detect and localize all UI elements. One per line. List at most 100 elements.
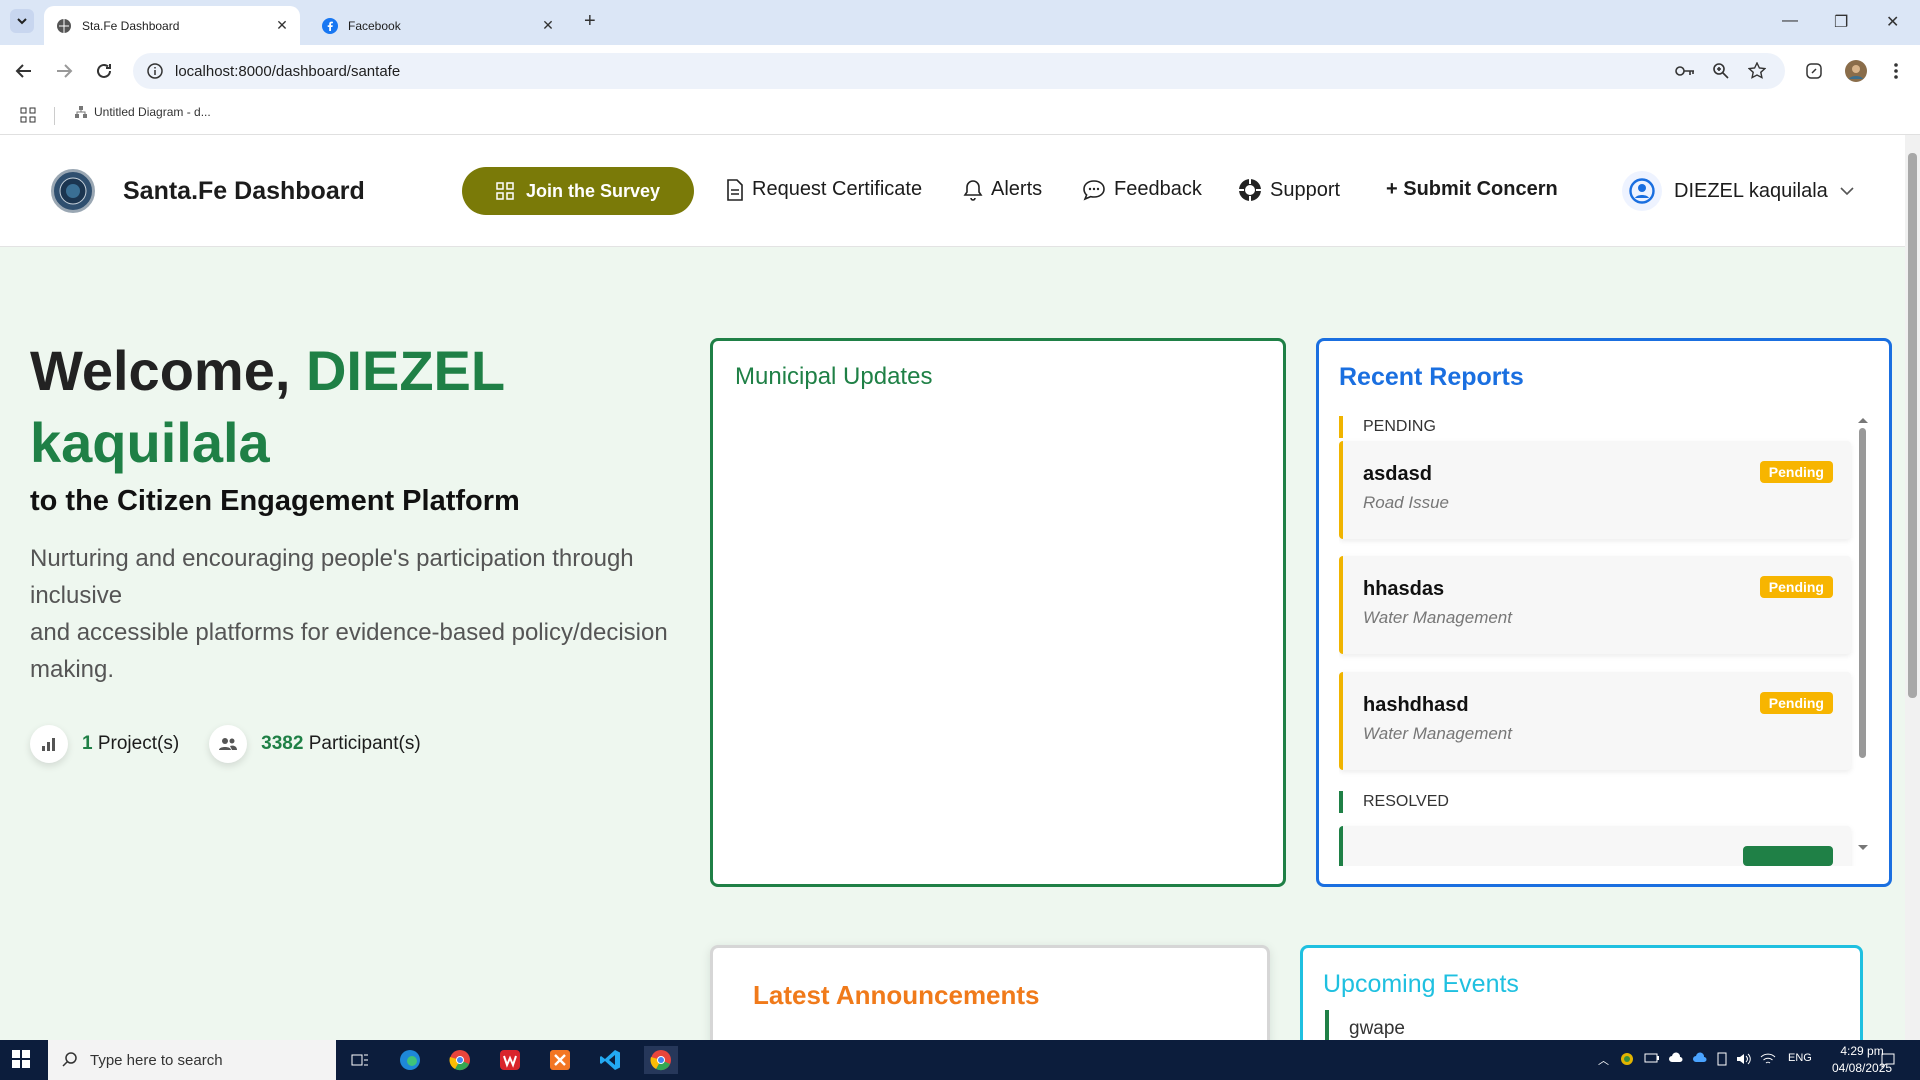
welcome-heading: Welcome, DIEZEL kaquilala bbox=[30, 335, 505, 479]
welcome-last-name: kaquilala bbox=[30, 411, 270, 474]
chevron-down-icon bbox=[1840, 187, 1854, 196]
notification-icon[interactable] bbox=[1880, 1052, 1896, 1071]
tray-volume-icon[interactable] bbox=[1736, 1052, 1752, 1069]
site-brand[interactable]: Santa.Fe Dashboard bbox=[123, 177, 365, 206]
projects-stat: 1 Project(s) bbox=[30, 725, 179, 763]
forward-icon[interactable] bbox=[52, 59, 76, 83]
key-icon[interactable] bbox=[1675, 61, 1695, 81]
alerts-link[interactable]: Alerts bbox=[963, 178, 1042, 201]
bookmark-label: Untitled Diagram - d... bbox=[94, 105, 211, 119]
event-item[interactable]: gwape bbox=[1325, 1010, 1405, 1040]
globe-icon bbox=[56, 18, 72, 34]
page-scrollbar[interactable] bbox=[1905, 135, 1920, 1040]
welcome-prefix: Welcome, bbox=[30, 339, 291, 402]
zoom-icon[interactable] bbox=[1711, 61, 1731, 81]
close-tab-icon[interactable]: ✕ bbox=[270, 17, 294, 34]
browser-tab-strip: Sta.Fe Dashboard ✕ Facebook ✕ + — ❐ ✕ bbox=[0, 0, 1920, 45]
bookmark-star-icon[interactable] bbox=[1747, 61, 1767, 81]
upcoming-events-title: Upcoming Events bbox=[1323, 970, 1519, 998]
user-menu[interactable]: DIEZEL kaquilala bbox=[1622, 171, 1854, 211]
taskbar-search[interactable]: Type here to search bbox=[48, 1040, 336, 1080]
municipal-updates-title: Municipal Updates bbox=[735, 363, 933, 390]
tab-search-button[interactable] bbox=[10, 9, 34, 33]
participants-count: 3382 bbox=[261, 733, 304, 754]
tray-battery-icon[interactable] bbox=[1644, 1052, 1660, 1067]
bookmark-item[interactable]: Untitled Diagram - d... bbox=[74, 105, 211, 119]
report-category: Water Management bbox=[1363, 608, 1512, 627]
feedback-link[interactable]: Feedback bbox=[1082, 178, 1202, 201]
xampp-icon[interactable] bbox=[546, 1046, 574, 1074]
extensions-icon[interactable] bbox=[1802, 59, 1826, 83]
tray-cloud-icon[interactable] bbox=[1692, 1052, 1708, 1067]
search-icon bbox=[62, 1052, 77, 1067]
restore-icon[interactable]: ❐ bbox=[1834, 12, 1848, 32]
join-survey-button[interactable]: Join the Survey bbox=[462, 167, 694, 215]
site-logo[interactable] bbox=[51, 169, 95, 213]
report-title: hashdhasd bbox=[1363, 694, 1469, 716]
page-scrollbar-thumb[interactable] bbox=[1908, 153, 1917, 698]
request-certificate-link[interactable]: Request Certificate bbox=[726, 178, 922, 201]
report-category: Road Issue bbox=[1363, 493, 1449, 512]
site-header: Santa.Fe Dashboard Join the Survey Reque… bbox=[0, 135, 1905, 247]
user-circle-icon bbox=[1622, 171, 1662, 211]
upcoming-events-card: Upcoming Events gwape bbox=[1300, 945, 1863, 1040]
scroll-down-icon bbox=[1858, 845, 1868, 850]
profile-avatar[interactable] bbox=[1844, 59, 1868, 83]
tray-device-icon[interactable] bbox=[1716, 1052, 1728, 1069]
chrome-icon[interactable] bbox=[446, 1046, 474, 1074]
report-item[interactable] bbox=[1339, 826, 1851, 866]
diagram-icon bbox=[75, 106, 87, 118]
new-tab-icon[interactable]: + bbox=[584, 10, 596, 33]
scroll-up-icon bbox=[1858, 418, 1868, 423]
facebook-icon bbox=[322, 17, 338, 34]
site-info-icon[interactable] bbox=[145, 61, 165, 81]
menu-dots-icon[interactable] bbox=[1884, 59, 1908, 83]
task-view-icon[interactable] bbox=[346, 1046, 374, 1074]
grid-icon bbox=[496, 182, 514, 200]
bookmarks-bar: Untitled Diagram - d... bbox=[0, 97, 1920, 135]
lifebuoy-icon bbox=[1239, 179, 1261, 201]
report-item[interactable]: asdasd Road Issue Pending bbox=[1339, 441, 1851, 539]
close-tab-icon[interactable]: ✕ bbox=[536, 17, 560, 34]
scrollbar-thumb[interactable] bbox=[1859, 428, 1866, 758]
wps-office-icon[interactable] bbox=[496, 1046, 524, 1074]
edge-icon[interactable] bbox=[396, 1046, 424, 1074]
windows-start-icon[interactable] bbox=[12, 1050, 30, 1073]
vscode-icon[interactable] bbox=[596, 1046, 624, 1074]
url-bar[interactable]: localhost:8000/dashboard/santafe bbox=[133, 53, 1785, 89]
report-title: hhasdas bbox=[1363, 578, 1445, 600]
reload-icon[interactable] bbox=[92, 59, 116, 83]
back-icon[interactable] bbox=[12, 59, 36, 83]
description-line-1: Nurturing and encouraging people's parti… bbox=[30, 545, 634, 609]
reports-list[interactable]: PENDING asdasd Road Issue Pending hhasda… bbox=[1339, 416, 1869, 866]
divider bbox=[54, 107, 55, 125]
chrome-active-icon[interactable] bbox=[644, 1046, 678, 1074]
bell-icon bbox=[963, 179, 983, 201]
municipal-updates-card: Municipal Updates bbox=[710, 338, 1286, 887]
apps-grid-icon[interactable] bbox=[20, 107, 36, 128]
tray-app-icon[interactable] bbox=[1620, 1052, 1634, 1069]
tab-facebook[interactable]: Facebook ✕ bbox=[310, 6, 566, 45]
report-title: asdasd bbox=[1363, 463, 1432, 485]
tray-chevron-icon[interactable]: ︿ bbox=[1598, 1052, 1609, 1068]
tray-onedrive-icon[interactable] bbox=[1668, 1052, 1684, 1067]
support-link[interactable]: Support bbox=[1238, 178, 1340, 202]
bar-chart-icon bbox=[30, 725, 68, 763]
close-window-icon[interactable]: ✕ bbox=[1886, 12, 1899, 32]
status-badge bbox=[1743, 846, 1833, 866]
recent-reports-title: Recent Reports bbox=[1339, 363, 1524, 391]
projects-label: Project(s) bbox=[97, 733, 180, 754]
reports-scrollbar[interactable] bbox=[1857, 416, 1869, 856]
tab-dashboard[interactable]: Sta.Fe Dashboard ✕ bbox=[44, 6, 300, 45]
submit-concern-link[interactable]: + Submit Concern bbox=[1386, 178, 1558, 201]
latest-announcements-card: Latest Announcements bbox=[710, 945, 1270, 1040]
status-badge: Pending bbox=[1759, 461, 1833, 483]
participants-label: Participant(s) bbox=[308, 733, 421, 754]
minimize-icon[interactable]: — bbox=[1782, 12, 1798, 30]
join-survey-label: Join the Survey bbox=[525, 180, 661, 201]
tray-wifi-icon[interactable] bbox=[1760, 1052, 1776, 1069]
welcome-subtitle: to the Citizen Engagement Platform bbox=[30, 485, 520, 517]
report-item[interactable]: hashdhasd Water Management Pending bbox=[1339, 672, 1851, 770]
report-item[interactable]: hhasdas Water Management Pending bbox=[1339, 556, 1851, 654]
tray-language[interactable]: ENG bbox=[1788, 1052, 1812, 1064]
